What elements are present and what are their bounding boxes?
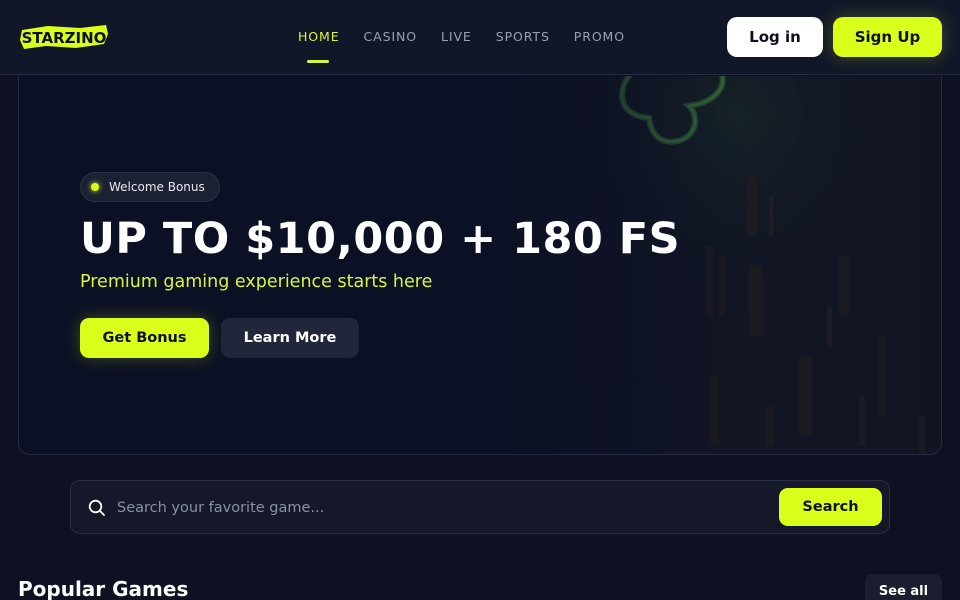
- nav-live[interactable]: LIVE: [441, 29, 472, 44]
- login-button[interactable]: Log in: [727, 17, 823, 57]
- starzino-logo[interactable]: STARZINO: [18, 22, 110, 52]
- svg-text:STARZINO: STARZINO: [22, 29, 107, 47]
- search-input[interactable]: [117, 493, 767, 523]
- popular-games-title: Popular Games: [18, 577, 189, 600]
- signup-button[interactable]: Sign Up: [833, 17, 942, 57]
- page: STARZINO HOME CASINO LIVE SPORTS PROMO L…: [0, 0, 960, 600]
- see-all-button[interactable]: See all: [865, 574, 942, 600]
- game-search-bar: Search: [70, 480, 890, 534]
- nav-active-indicator: [307, 60, 329, 63]
- hero-banner: Welcome Bonus UP TO $10,000 + 180 FS Pre…: [18, 76, 942, 455]
- hero-subtitle: Premium gaming experience starts here: [80, 272, 433, 292]
- search-icon: [88, 499, 105, 516]
- search-button[interactable]: Search: [779, 488, 882, 526]
- badge-label: Welcome Bonus: [109, 180, 205, 194]
- nav-home[interactable]: HOME: [298, 29, 340, 44]
- welcome-bonus-badge: Welcome Bonus: [80, 172, 220, 202]
- status-dot-icon: [91, 183, 99, 191]
- main-nav: HOME CASINO LIVE SPORTS PROMO: [298, 29, 649, 44]
- hero-overlay: [19, 76, 941, 454]
- get-bonus-button[interactable]: Get Bonus: [80, 318, 209, 358]
- nav-promo[interactable]: PROMO: [574, 29, 625, 44]
- nav-casino[interactable]: CASINO: [364, 29, 418, 44]
- nav-sports[interactable]: SPORTS: [496, 29, 550, 44]
- hero-title: UP TO $10,000 + 180 FS: [80, 214, 681, 264]
- learn-more-button[interactable]: Learn More: [221, 318, 359, 358]
- site-header: STARZINO HOME CASINO LIVE SPORTS PROMO L…: [0, 0, 960, 75]
